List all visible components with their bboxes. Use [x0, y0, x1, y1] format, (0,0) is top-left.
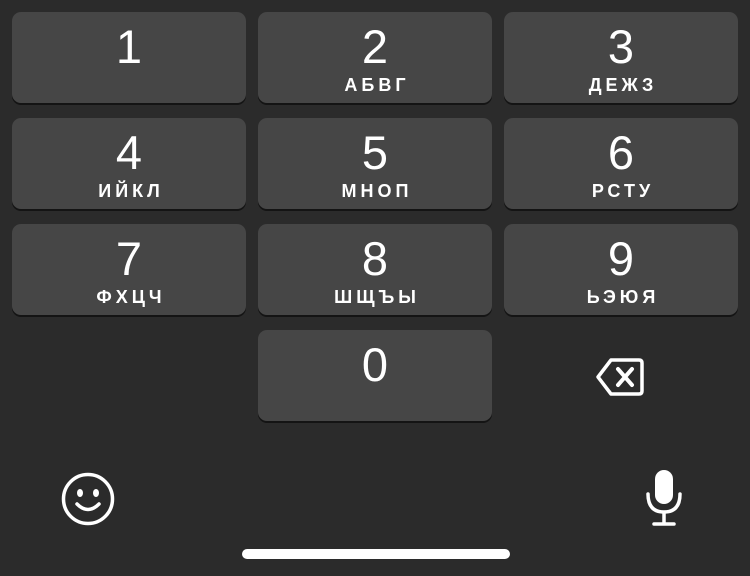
emoji-icon [61, 472, 115, 526]
key-letters: ДЕЖЗ [588, 75, 658, 95]
key-7[interactable]: 7 ФХЦЧ [12, 224, 246, 315]
key-digit: 0 [361, 338, 389, 391]
key-letters: ИЙКЛ [98, 181, 164, 201]
numeric-keyboard: 1 2 АБВГ 3 ДЕЖЗ 4 ИЙКЛ 5 МНОП 6 РСТУ 7 Ф… [0, 0, 750, 576]
backspace-button[interactable] [580, 345, 660, 409]
key-digit: 6 [607, 126, 635, 179]
microphone-icon [646, 470, 682, 526]
key-letters: АБВГ [344, 75, 410, 95]
key-9[interactable]: 9 ЬЭЮЯ [504, 224, 738, 315]
home-indicator[interactable] [242, 549, 510, 559]
key-letters: МНОП [341, 181, 413, 201]
key-2[interactable]: 2 АБВГ [258, 12, 492, 103]
key-4[interactable]: 4 ИЙКЛ [12, 118, 246, 209]
key-letters: РСТУ [591, 181, 655, 201]
key-6[interactable]: 6 РСТУ [504, 118, 738, 209]
microphone-button[interactable] [628, 462, 700, 534]
key-digit: 8 [361, 232, 389, 285]
key-digit: 5 [361, 126, 389, 179]
key-letters: ФХЦЧ [96, 287, 166, 307]
key-digit: 7 [115, 232, 143, 285]
key-0[interactable]: 0 [258, 330, 492, 421]
key-digit: 1 [115, 20, 143, 73]
key-letters: ШЩЪЫ [334, 287, 420, 307]
key-1[interactable]: 1 [12, 12, 246, 103]
backspace-icon [596, 358, 644, 396]
key-3[interactable]: 3 ДЕЖЗ [504, 12, 738, 103]
key-digit: 9 [607, 232, 635, 285]
key-digit: 3 [607, 20, 635, 73]
key-digit: 2 [361, 20, 389, 73]
key-digit: 4 [115, 126, 143, 179]
key-letters: ЬЭЮЯ [586, 287, 660, 307]
emoji-button[interactable] [52, 466, 124, 532]
key-5[interactable]: 5 МНОП [258, 118, 492, 209]
key-8[interactable]: 8 ШЩЪЫ [258, 224, 492, 315]
